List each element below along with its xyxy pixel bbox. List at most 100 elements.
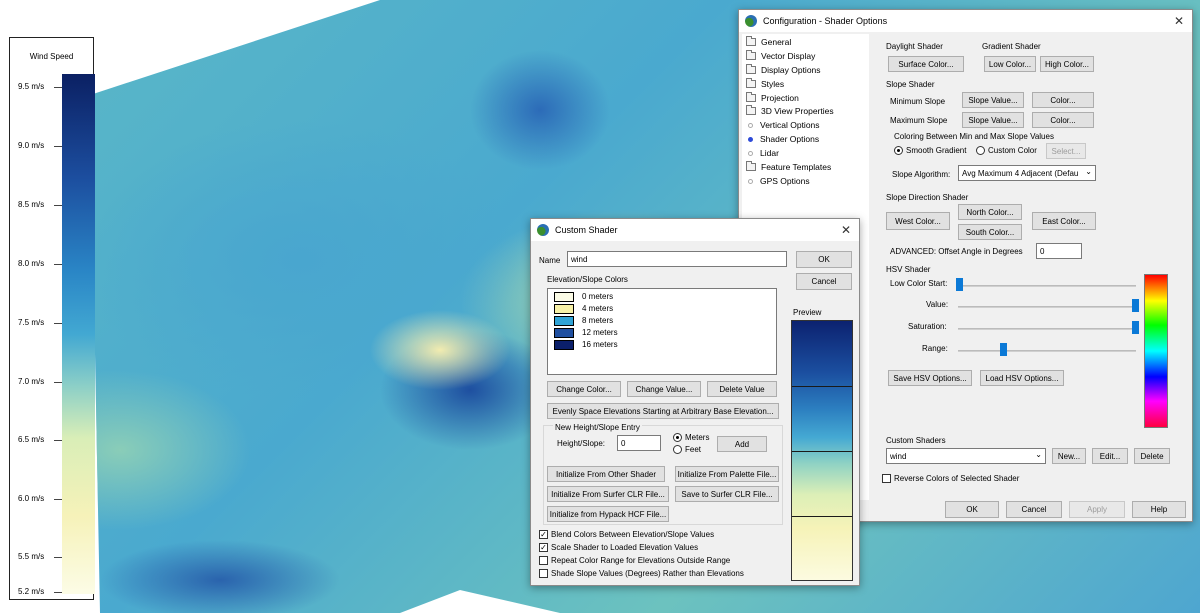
list-item-label: 0 meters <box>582 292 614 301</box>
cancel-button[interactable]: Cancel <box>1006 501 1062 518</box>
tree-item-styles[interactable]: Styles <box>746 78 785 89</box>
low-color-button[interactable]: Low Color... <box>984 56 1036 72</box>
save-hsv-button[interactable]: Save HSV Options... <box>888 370 972 386</box>
slope-algorithm-select[interactable]: Avg Maximum 4 Adjacent (Defau ⌄ <box>958 165 1096 181</box>
delete-value-button[interactable]: Delete Value <box>707 381 777 397</box>
elevation-colors-list[interactable]: 0 meters 4 meters 8 meters 12 meters 16 … <box>547 288 777 375</box>
tree-item-vertical-options[interactable]: Vertical Options <box>746 120 820 130</box>
custom-color-radio[interactable] <box>976 146 985 155</box>
add-entry-button[interactable]: Add <box>717 436 767 452</box>
preview-divider <box>792 516 852 517</box>
south-color-button[interactable]: South Color... <box>958 224 1022 240</box>
legend-tick: 6.0 m/s <box>18 494 62 503</box>
shader-cancel-button[interactable]: Cancel <box>796 273 852 290</box>
shade-slope-checkbox[interactable] <box>539 569 548 578</box>
max-slope-value-button[interactable]: Slope Value... <box>962 112 1024 128</box>
legend-tick: 5.5 m/s <box>18 552 62 561</box>
smooth-gradient-radio[interactable] <box>894 146 903 155</box>
new-shader-button[interactable]: New... <box>1052 448 1086 464</box>
daylight-shader-label: Daylight Shader <box>886 42 943 51</box>
maximum-slope-label: Maximum Slope <box>890 116 948 125</box>
tree-item-label: Styles <box>761 79 785 89</box>
shader-ok-button[interactable]: OK <box>796 251 852 268</box>
min-slope-value-button[interactable]: Slope Value... <box>962 92 1024 108</box>
shader-name-input[interactable]: wind <box>567 251 787 267</box>
legend-tick: 6.5 m/s <box>18 435 62 444</box>
repeat-range-label: Repeat Color Range for Elevations Outsid… <box>551 556 731 565</box>
close-icon[interactable]: ✕ <box>1174 14 1184 28</box>
feet-radio[interactable] <box>673 445 682 454</box>
tree-item-label: Display Options <box>761 65 821 75</box>
reverse-colors-checkbox[interactable] <box>882 474 891 483</box>
folder-icon <box>746 50 756 60</box>
value-label: Value: <box>926 300 949 309</box>
load-hsv-button[interactable]: Load HSV Options... <box>980 370 1064 386</box>
close-icon[interactable]: ✕ <box>841 223 851 237</box>
height-slope-input[interactable]: 0 <box>617 435 661 451</box>
range-label: Range: <box>922 344 948 353</box>
select-color-button[interactable]: Select... <box>1046 143 1086 159</box>
meters-radio[interactable] <box>673 433 682 442</box>
custom-shader-select[interactable]: wind ⌄ <box>886 448 1046 464</box>
list-item-label: 4 meters <box>582 304 614 313</box>
meters-label: Meters <box>685 433 710 442</box>
value-slider[interactable] <box>1132 299 1139 312</box>
saturation-slider[interactable] <box>1132 321 1139 334</box>
min-slope-color-button[interactable]: Color... <box>1032 92 1094 108</box>
init-palette-button[interactable]: Initialize From Palette File... <box>675 466 779 482</box>
tree-item-lidar[interactable]: Lidar <box>746 148 779 158</box>
shader-titlebar[interactable]: Custom Shader ✕ <box>531 219 859 241</box>
delete-shader-button[interactable]: Delete <box>1134 448 1170 464</box>
preview-divider <box>792 386 852 387</box>
tree-item-vector-display[interactable]: Vector Display <box>746 50 816 61</box>
wind-speed-legend: Wind Speed 9.5 m/s 9.0 m/s 8.5 m/s 8.0 m… <box>9 37 95 600</box>
config-title: Configuration - Shader Options <box>763 16 888 26</box>
folder-icon <box>746 78 756 88</box>
color-swatch <box>554 316 574 326</box>
apply-button[interactable]: Apply <box>1069 501 1125 518</box>
reverse-colors-label: Reverse Colors of Selected Shader <box>894 474 1020 483</box>
help-button[interactable]: Help <box>1132 501 1186 518</box>
init-surfer-button[interactable]: Initialize From Surfer CLR File... <box>547 486 669 502</box>
tree-item-shader-options[interactable]: Shader Options <box>746 134 819 144</box>
repeat-range-checkbox[interactable] <box>539 556 548 565</box>
globe-app-icon <box>745 15 757 27</box>
tree-item-label: Projection <box>761 93 799 103</box>
range-slider[interactable] <box>1000 343 1007 356</box>
tree-item-display-options[interactable]: Display Options <box>746 64 821 75</box>
tree-item-projection[interactable]: Projection <box>746 92 799 103</box>
low-color-start-slider[interactable] <box>956 278 963 291</box>
ok-button[interactable]: OK <box>945 501 999 518</box>
init-other-shader-button[interactable]: Initialize From Other Shader <box>547 466 665 482</box>
legend-tick: 9.5 m/s <box>18 82 62 91</box>
preview-label: Preview <box>793 308 822 317</box>
folder-icon <box>746 105 756 115</box>
change-color-button[interactable]: Change Color... <box>547 381 621 397</box>
west-color-button[interactable]: West Color... <box>886 212 950 230</box>
offset-angle-label: ADVANCED: Offset Angle in Degrees <box>890 247 1023 256</box>
change-value-button[interactable]: Change Value... <box>627 381 701 397</box>
evenly-space-button[interactable]: Evenly Space Elevations Starting at Arbi… <box>547 403 779 419</box>
surface-color-button[interactable]: Surface Color... <box>888 56 964 72</box>
edit-shader-button[interactable]: Edit... <box>1092 448 1128 464</box>
east-color-button[interactable]: East Color... <box>1032 212 1096 230</box>
save-surfer-button[interactable]: Save to Surfer CLR File... <box>675 486 779 502</box>
scale-shader-checkbox[interactable]: ✓ <box>539 543 548 552</box>
tree-item-label: General <box>761 37 792 47</box>
tree-item-general[interactable]: General <box>746 36 792 47</box>
blend-colors-checkbox[interactable]: ✓ <box>539 530 548 539</box>
blend-colors-label: Blend Colors Between Elevation/Slope Val… <box>551 530 715 539</box>
tree-item-label: Vector Display <box>761 51 816 61</box>
config-titlebar[interactable]: Configuration - Shader Options ✕ <box>739 10 1192 32</box>
high-color-button[interactable]: High Color... <box>1040 56 1094 72</box>
tree-item-gps-options[interactable]: GPS Options <box>746 176 810 186</box>
offset-angle-input[interactable]: 0 <box>1036 243 1082 259</box>
tree-item-3d-view-properties[interactable]: 3D View Properties <box>746 105 834 116</box>
north-color-button[interactable]: North Color... <box>958 204 1022 220</box>
custom-color-label: Custom Color <box>988 146 1037 155</box>
range-track <box>958 350 1136 352</box>
max-slope-color-button[interactable]: Color... <box>1032 112 1094 128</box>
init-hypack-button[interactable]: Initialize from Hypack HCF File... <box>547 506 669 522</box>
new-entry-label: New Height/Slope Entry <box>553 423 642 432</box>
tree-item-feature-templates[interactable]: Feature Templates <box>746 161 831 172</box>
